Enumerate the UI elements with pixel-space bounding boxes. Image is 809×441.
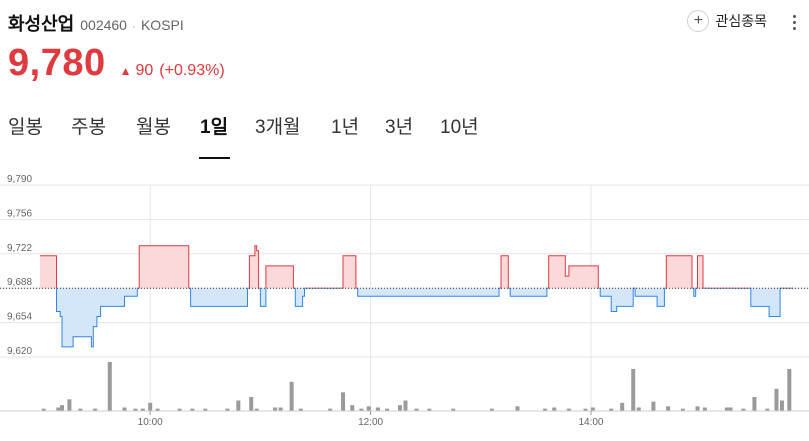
volume-bar: [590, 407, 595, 411]
volume-bar: [779, 400, 784, 411]
tab-1year[interactable]: 1년: [331, 112, 359, 139]
y-tick-label: 9,756: [7, 208, 32, 219]
volume-bar: [122, 407, 127, 411]
watchlist-label: 관심종목: [715, 13, 767, 29]
tab-monthly[interactable]: 월봉: [136, 112, 171, 139]
volume-bar: [787, 369, 792, 411]
x-tick-label: 12:00: [358, 417, 383, 428]
volume-bar: [107, 362, 112, 411]
stock-code: 002460: [80, 17, 127, 33]
price-row: 9,780 ▲ 90 (+0.93%): [8, 42, 225, 85]
tab-10years[interactable]: 10년: [440, 112, 479, 139]
volume-bar: [695, 406, 700, 411]
x-tick-label: 10:00: [138, 417, 163, 428]
volume-bar: [724, 407, 729, 411]
volume-bar: [278, 407, 283, 411]
current-price: 9,780: [8, 42, 106, 84]
y-tick-label: 9,790: [7, 174, 32, 185]
volume-bar: [375, 407, 380, 411]
intraday-chart[interactable]: 9,790 9,756 9,722 9,688 9,654 9,620 10:00 12:0…: [0, 170, 809, 441]
volume-bar: [236, 400, 241, 411]
y-tick-label: 9,620: [7, 346, 32, 357]
volume-bar: [752, 397, 757, 411]
price-change: ▲ 90 (+0.93%): [120, 62, 225, 80]
volume-bar: [728, 407, 733, 411]
volume-bars: [41, 362, 792, 411]
tab-weekly[interactable]: 주봉: [71, 112, 106, 139]
stock-header: 화성산업 002460 · KOSPI: [8, 10, 184, 34]
volume-bar: [289, 381, 294, 411]
volume-bar: [56, 407, 61, 411]
tab-3months[interactable]: 3개월: [255, 112, 301, 139]
volume-bar: [631, 369, 636, 411]
volume-bar: [651, 401, 656, 411]
volume-bar: [249, 397, 254, 411]
volume-bar: [366, 406, 371, 411]
y-tick-label: 9,722: [7, 243, 32, 254]
change-percent: (+0.93%): [159, 62, 225, 79]
more-vertical-icon[interactable]: [787, 11, 801, 33]
x-axis-ticks: 10:00 12:00 14:00: [0, 410, 809, 428]
market-label: KOSPI: [140, 17, 184, 33]
x-tick-label: 14:00: [578, 417, 603, 428]
tab-1day[interactable]: 1일: [200, 112, 228, 139]
tab-3years[interactable]: 3년: [385, 112, 413, 139]
volume-bar: [148, 402, 153, 411]
y-tick-label: 9,654: [7, 312, 32, 323]
volume-bar: [636, 407, 641, 411]
stock-name: 화성산업: [8, 14, 75, 34]
active-tab-indicator: [199, 157, 230, 159]
y-tick-label: 9,688: [7, 277, 32, 288]
y-axis-ticks: 9,790 9,756 9,722 9,688 9,654 9,620: [7, 174, 32, 357]
volume-bar: [273, 407, 278, 411]
volume-bar: [666, 406, 671, 411]
separator-dot: ·: [131, 19, 136, 33]
add-to-watchlist-button[interactable]: + 관심종목: [687, 10, 767, 32]
plus-circle-icon: +: [687, 10, 710, 32]
volume-bar: [341, 392, 346, 411]
volume-bar: [67, 399, 72, 411]
volume-bar: [774, 388, 779, 411]
volume-bar: [60, 405, 65, 411]
volume-bar: [620, 402, 625, 411]
change-amount: 90: [135, 62, 154, 79]
volume-bar: [350, 405, 355, 411]
up-arrow-icon: ▲: [119, 64, 132, 78]
volume-bar: [552, 407, 557, 411]
volume-bar: [702, 407, 707, 411]
volume-bar: [515, 406, 520, 411]
volume-bar: [403, 400, 408, 411]
volume-bar: [397, 405, 402, 411]
tab-daily[interactable]: 일봉: [8, 112, 43, 139]
